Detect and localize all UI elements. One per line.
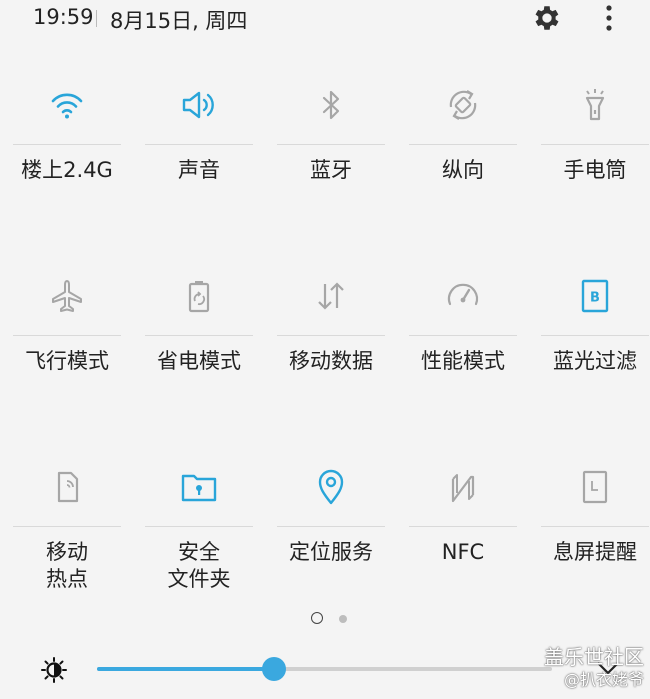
tile-label[interactable]: 纵向 <box>403 157 523 184</box>
tile-divider <box>409 335 517 336</box>
tile-volume[interactable]: 声音 <box>145 45 253 235</box>
slider-fill <box>97 667 274 671</box>
tile-label[interactable]: 声音 <box>139 157 259 184</box>
tile-label[interactable]: 息屏提醒 <box>535 539 650 566</box>
nfc-icon[interactable] <box>443 467 483 507</box>
more-vertical-icon[interactable] <box>596 2 622 34</box>
tile-divider <box>277 144 385 145</box>
tile-divider <box>13 335 121 336</box>
tile-label[interactable]: 性能模式 <box>403 348 523 375</box>
tile-airplane[interactable]: 飞行模式 <box>13 236 121 426</box>
tile-wifi[interactable]: 楼上2.4G <box>13 45 121 235</box>
brightness-icon <box>40 656 68 684</box>
tile-divider <box>409 526 517 527</box>
tile-label[interactable]: 移动数据 <box>271 348 391 375</box>
location-icon[interactable] <box>311 467 351 507</box>
secure-folder-icon[interactable] <box>179 467 219 507</box>
tile-bluetooth[interactable]: 蓝牙 <box>277 45 385 235</box>
mobile-data-icon[interactable] <box>311 276 351 316</box>
tile-nfc[interactable]: NFC <box>409 427 517 617</box>
tile-divider <box>145 526 253 527</box>
tile-label[interactable]: 手电筒 <box>535 157 650 184</box>
tile-location[interactable]: 定位服务 <box>277 427 385 617</box>
tile-label[interactable]: 定位服务 <box>271 539 391 566</box>
tile-label[interactable]: 安全 文件夹 <box>139 539 259 593</box>
tile-divider <box>409 144 517 145</box>
status-bar: 19:59 8月15日, 周四 <box>0 0 650 38</box>
brightness-slider[interactable] <box>97 650 552 690</box>
blue-light-filter-icon[interactable]: B <box>575 276 615 316</box>
tile-label[interactable]: 蓝光过滤 <box>535 348 650 375</box>
page-dot[interactable] <box>339 615 347 623</box>
airplane-icon[interactable] <box>47 276 87 316</box>
tile-hotspot[interactable]: 移动 热点 <box>13 427 121 617</box>
bluetooth-icon[interactable] <box>311 85 351 125</box>
tile-performance[interactable]: 性能模式 <box>409 236 517 426</box>
wifi-icon[interactable] <box>47 85 87 125</box>
watermark: 盖乐世社区 @扒衣姥爷 <box>544 645 644 691</box>
tile-divider <box>541 335 649 336</box>
tile-secure-folder[interactable]: 安全 文件夹 <box>145 427 253 617</box>
tile-label[interactable]: 移动 热点 <box>7 539 127 593</box>
tile-label[interactable]: 蓝牙 <box>271 157 391 184</box>
slider-thumb[interactable] <box>262 657 286 681</box>
tile-divider <box>541 526 649 527</box>
watermark-title: 盖乐世社区 <box>544 645 644 669</box>
tile-rotation[interactable]: 纵向 <box>409 45 517 235</box>
tile-flashlight[interactable]: 手电筒 <box>541 45 649 235</box>
tile-label[interactable]: 省电模式 <box>139 348 259 375</box>
tile-divider <box>13 526 121 527</box>
tile-label[interactable]: NFC <box>403 539 523 566</box>
date: 8月15日, 周四 <box>110 9 248 33</box>
battery-saver-icon[interactable] <box>179 276 219 316</box>
tile-divider <box>145 144 253 145</box>
svg-text:B: B <box>590 291 600 306</box>
tile-divider <box>277 526 385 527</box>
tile-divider <box>145 335 253 336</box>
watermark-user: @扒衣姥爷 <box>563 670 644 689</box>
hotspot-icon[interactable] <box>47 467 87 507</box>
performance-icon[interactable] <box>443 276 483 316</box>
tile-blue-light-filter[interactable]: B 蓝光过滤 <box>541 236 649 426</box>
rotation-icon[interactable] <box>443 85 483 125</box>
flashlight-icon[interactable] <box>575 85 615 125</box>
always-on-display-icon[interactable] <box>575 467 615 507</box>
page-indicator <box>311 612 351 626</box>
page-dot-current <box>311 612 323 624</box>
tile-always-on-display[interactable]: 息屏提醒 <box>541 427 649 617</box>
tile-battery-saver[interactable]: 省电模式 <box>145 236 253 426</box>
tile-label[interactable]: 飞行模式 <box>7 348 127 375</box>
tile-divider <box>13 144 121 145</box>
tile-mobile-data[interactable]: 移动数据 <box>277 236 385 426</box>
tile-divider <box>541 144 649 145</box>
volume-icon[interactable] <box>179 85 219 125</box>
clock: 19:59 <box>33 5 94 29</box>
gear-icon[interactable] <box>531 2 563 34</box>
tile-divider <box>277 335 385 336</box>
tile-label[interactable]: 楼上2.4G <box>7 157 127 184</box>
status-divider <box>96 10 97 27</box>
